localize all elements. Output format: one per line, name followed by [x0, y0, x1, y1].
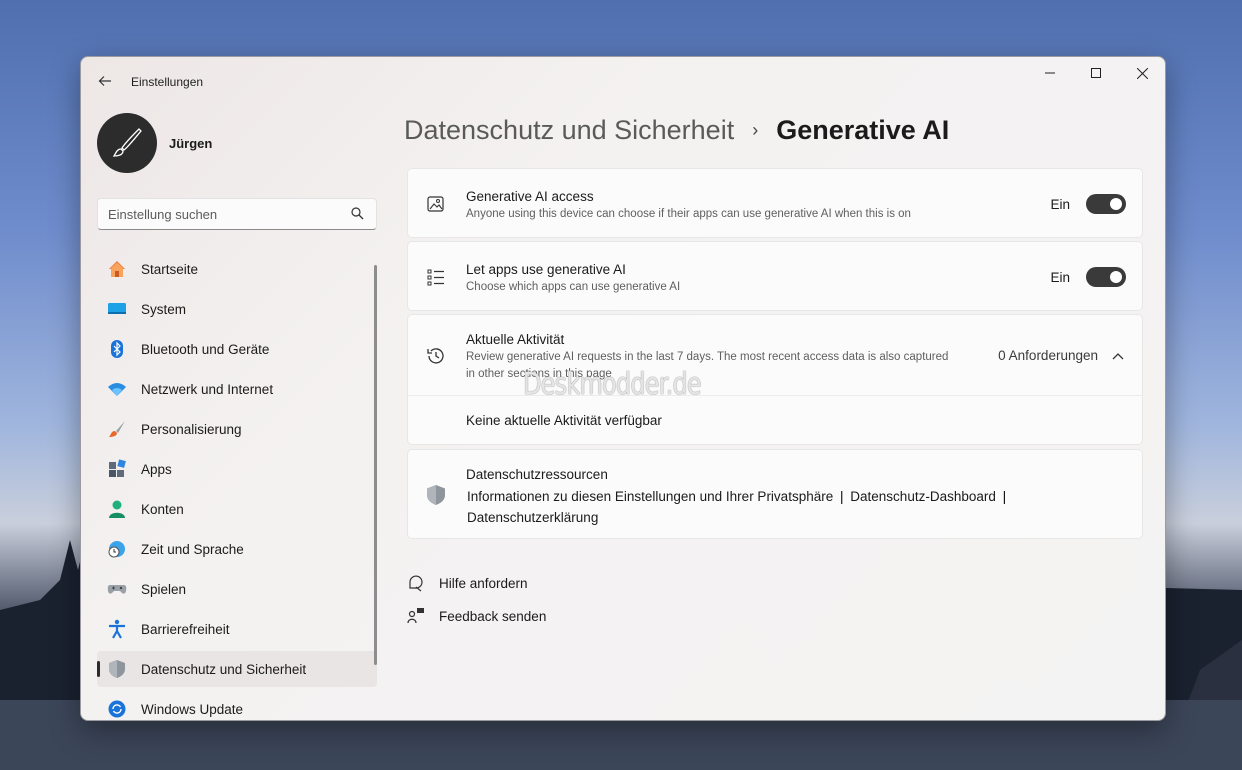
card-title: Let apps use generative AI — [466, 262, 626, 277]
divider — [408, 395, 1142, 396]
sidebar-item-windows-update[interactable]: Windows Update — [97, 691, 377, 720]
sidebar-item-label: Spielen — [141, 581, 187, 597]
search-input[interactable] — [98, 206, 338, 222]
card-description: Choose which apps can use generative AI — [466, 281, 681, 293]
accessibility-icon — [107, 619, 127, 639]
shield-icon — [107, 659, 127, 679]
account-icon — [107, 499, 127, 519]
card-description: Anyone using this device can choose if t… — [466, 208, 911, 220]
sidebar-item-label: Datenschutz und Sicherheit — [141, 661, 307, 677]
card-description-line1: Review generative AI requests in the las… — [466, 351, 949, 363]
close-button[interactable] — [1119, 57, 1165, 89]
user-profile[interactable]: Jürgen — [97, 113, 212, 173]
link-separator: | — [1002, 489, 1007, 504]
gamepad-icon — [107, 579, 127, 599]
toggle-group: Ein — [1050, 267, 1126, 287]
sidebar-item-konten[interactable]: Konten — [97, 491, 377, 527]
minimize-button[interactable] — [1027, 57, 1073, 89]
feedback-link[interactable]: Feedback senden — [407, 607, 546, 625]
privacy-statement-link[interactable]: Datenschutzerklärung — [467, 510, 598, 525]
close-icon — [1136, 67, 1148, 79]
help-label: Hilfe anfordern — [439, 575, 528, 591]
image-sparkle-icon — [425, 193, 447, 215]
recent-activity-header[interactable]: Aktuelle Aktivität Review generative AI … — [408, 315, 1142, 395]
breadcrumb-parent-link[interactable]: Datenschutz und Sicherheit — [404, 115, 734, 146]
globe-clock-icon — [107, 539, 127, 559]
chevron-up-icon — [1112, 353, 1124, 360]
privacy-info-link[interactable]: Informationen zu diesen Einstellungen un… — [467, 489, 833, 504]
request-count: 0 Anforderungen — [998, 348, 1098, 363]
sidebar-item-netzwerk[interactable]: Netzwerk und Internet — [97, 371, 377, 407]
wifi-icon — [107, 379, 127, 399]
sidebar-item-label: Apps — [141, 461, 172, 477]
brush-icon — [107, 419, 127, 439]
toggle-state-label: Ein — [1050, 196, 1070, 212]
sidebar-item-label: Personalisierung — [141, 421, 242, 437]
help-link[interactable]: Hilfe anfordern — [407, 574, 528, 592]
resource-links: Informationen zu diesen Einstellungen un… — [467, 486, 1067, 528]
let-apps-use-generative-ai-card[interactable]: Let apps use generative AI Choose which … — [407, 241, 1143, 311]
privacy-resources-card: Datenschutzressourcen Informationen zu d… — [407, 449, 1143, 539]
back-arrow-icon — [98, 76, 111, 86]
sidebar-item-barrierefreiheit[interactable]: Barrierefreiheit — [97, 611, 377, 647]
privacy-dashboard-link[interactable]: Datenschutz-Dashboard — [850, 489, 996, 504]
sidebar-item-personalisierung[interactable]: Personalisierung — [97, 411, 377, 447]
home-icon — [107, 259, 127, 279]
sidebar-item-zeit[interactable]: Zeit und Sprache — [97, 531, 377, 567]
bluetooth-icon — [107, 339, 127, 359]
sidebar-item-apps[interactable]: Apps — [97, 451, 377, 487]
no-activity-text: Keine aktuelle Aktivität verfügbar — [466, 413, 662, 428]
apps-icon — [107, 459, 127, 479]
let-apps-use-generative-ai-toggle[interactable] — [1086, 267, 1126, 287]
minimize-icon — [1045, 72, 1055, 74]
sidebar-item-label: Zeit und Sprache — [141, 541, 244, 557]
breadcrumb: Datenschutz und Sicherheit › Generative … — [404, 115, 949, 146]
sidebar-item-label: Barrierefreiheit — [141, 621, 230, 637]
help-icon — [409, 575, 423, 592]
breadcrumb-chevron-icon: › — [752, 120, 759, 140]
sidebar-item-label: Netzwerk und Internet — [141, 381, 274, 397]
maximize-icon — [1091, 68, 1101, 78]
recent-activity-card: Aktuelle Aktivität Review generative AI … — [407, 314, 1143, 445]
history-icon — [425, 345, 447, 367]
sidebar-item-label: System — [141, 301, 187, 317]
card-title: Datenschutzressourcen — [466, 467, 608, 482]
paintbrush-icon — [112, 128, 142, 157]
back-button[interactable] — [93, 69, 117, 93]
shield-icon — [425, 484, 447, 506]
maximize-button[interactable] — [1073, 57, 1119, 89]
search-box[interactable] — [97, 198, 377, 230]
app-title: Einstellungen — [131, 75, 204, 89]
card-title: Aktuelle Aktivität — [466, 332, 565, 347]
sidebar-item-label: Konten — [141, 501, 184, 517]
sidebar-item-system[interactable]: System — [97, 291, 377, 327]
feedback-icon — [407, 608, 424, 624]
page-title: Generative AI — [776, 115, 950, 145]
sidebar-item-startseite[interactable]: Startseite — [97, 251, 377, 287]
toggle-group: Ein — [1050, 194, 1126, 214]
list-icon — [425, 266, 447, 288]
feedback-label: Feedback senden — [439, 608, 547, 624]
sidebar-item-label: Startseite — [141, 261, 199, 277]
sidebar-item-bluetooth[interactable]: Bluetooth und Geräte — [97, 331, 377, 367]
title-bar: Einstellungen — [81, 57, 1165, 105]
settings-window: Einstellungen Jürgen Startseite — [80, 56, 1166, 721]
generative-ai-access-card: Generative AI access Anyone using this d… — [407, 168, 1143, 238]
system-icon — [107, 299, 127, 319]
sidebar-item-spielen[interactable]: Spielen — [97, 571, 377, 607]
search-icon — [351, 207, 364, 220]
sidebar-nav: Startseite System Bluetooth und Geräte N… — [97, 251, 377, 720]
update-icon — [107, 699, 127, 719]
watermark: Deskmodder.de — [523, 367, 702, 402]
sidebar-item-label: Windows Update — [141, 701, 244, 717]
user-name: Jürgen — [169, 135, 213, 151]
generative-ai-access-toggle[interactable] — [1086, 194, 1126, 214]
sidebar-scrollbar[interactable] — [374, 265, 377, 665]
card-title: Generative AI access — [466, 189, 594, 204]
sidebar-item-label: Bluetooth und Geräte — [141, 341, 270, 357]
avatar — [97, 113, 157, 173]
link-separator: | — [840, 489, 844, 504]
toggle-state-label: Ein — [1050, 269, 1070, 285]
sidebar-item-datenschutz[interactable]: Datenschutz und Sicherheit — [97, 651, 377, 687]
